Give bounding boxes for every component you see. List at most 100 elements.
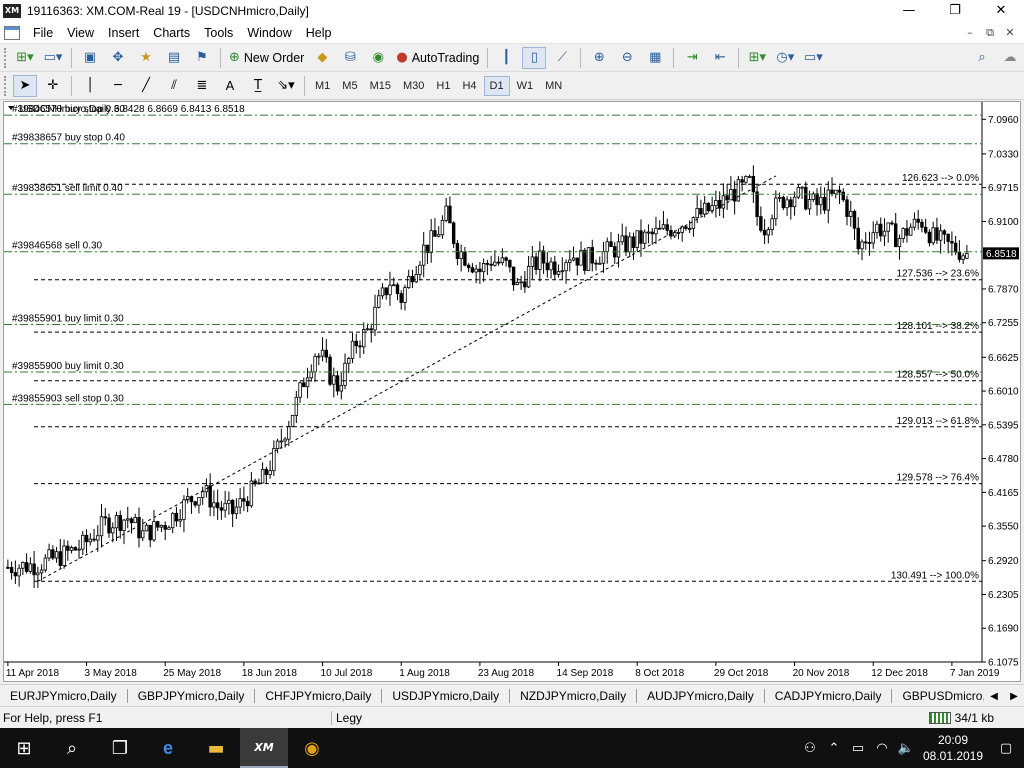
timeframe-h1[interactable]: H1 — [431, 76, 455, 96]
timeframe-d1[interactable]: D1 — [483, 75, 510, 96]
zoom-out-icon[interactable]: ⊖ — [615, 47, 639, 69]
candle-body — [534, 256, 538, 270]
tab-scroll-right-icon[interactable]: ▶ — [1010, 691, 1018, 702]
tab-eurjpy[interactable]: EURJPYmicro,Daily — [0, 688, 128, 703]
chrome-browser-icon[interactable]: ◉ — [288, 728, 336, 768]
terminal-icon[interactable]: ▤ — [162, 47, 186, 69]
menu-view[interactable]: View — [60, 22, 101, 44]
fibonacci-icon[interactable]: ≣ — [190, 75, 214, 97]
bar-chart-icon[interactable]: ┃ — [494, 47, 518, 69]
vertical-line-icon[interactable]: │ — [78, 75, 102, 97]
people-icon[interactable]: ⚇ — [798, 741, 822, 756]
chart-window-icon[interactable] — [4, 25, 20, 40]
candle-body — [628, 236, 632, 253]
chat-icon[interactable]: ☁ — [998, 47, 1022, 69]
tab-scroll[interactable]: ◀ ▶ — [984, 685, 1024, 706]
volume-icon[interactable]: 🔈 — [894, 741, 918, 756]
cursor-icon[interactable]: ➤ — [13, 74, 37, 97]
line-chart-icon[interactable]: ⟋ — [550, 47, 574, 69]
horizontal-line-icon[interactable]: ─ — [106, 75, 130, 97]
edge-browser-icon[interactable]: e — [144, 728, 192, 768]
fibonacci-level-label: 128.101 --> 38.2% — [896, 321, 979, 332]
market-watch-icon[interactable]: ▣ — [78, 47, 102, 69]
close-button[interactable]: ✕ — [978, 0, 1024, 22]
timeframe-h4[interactable]: H4 — [457, 76, 481, 96]
templates-icon[interactable]: ▭▾ — [801, 47, 825, 69]
menu-tools[interactable]: Tools — [197, 22, 240, 44]
timeframe-m1[interactable]: M1 — [310, 76, 335, 96]
tab-gbpjpy[interactable]: GBPJPYmicro,Daily — [128, 688, 256, 703]
search-icon[interactable]: ⌕ — [48, 728, 96, 768]
chart-window[interactable]: USDCNHmicro,Daily 6.8428 6.8669 6.8413 6… — [3, 101, 1021, 682]
toolbar-grip[interactable] — [4, 47, 8, 68]
data-window-icon[interactable]: ✥ — [106, 47, 130, 69]
wifi-icon[interactable]: ◠ — [870, 741, 894, 756]
mdi-close-button[interactable]: ✕ — [1000, 22, 1020, 44]
autotrading-button[interactable]: ● AutoTrading — [392, 47, 483, 69]
menu-insert[interactable]: Insert — [101, 22, 146, 44]
profiles-icon[interactable]: ▭▾ — [41, 47, 65, 69]
metaeditor-icon[interactable]: ◆ — [310, 47, 334, 69]
minimize-button[interactable]: — — [886, 0, 932, 22]
y-tick-label: 6.6625 — [988, 353, 1019, 364]
zoom-in-icon[interactable]: ⊕ — [587, 47, 611, 69]
tab-audjpy[interactable]: AUDJPYmicro,Daily — [637, 688, 765, 703]
mdi-restore-button[interactable]: ⧉ — [980, 22, 1000, 44]
candlestick-icon[interactable]: ▯ — [522, 46, 547, 69]
battery-icon[interactable]: ▭ — [846, 741, 870, 756]
auto-scroll-icon[interactable]: ⇥ — [680, 47, 704, 69]
price-chart[interactable]: USDCNHmicro,Daily 6.8428 6.8669 6.8413 6… — [4, 102, 1020, 681]
menu-help[interactable]: Help — [299, 22, 339, 44]
crosshair-icon[interactable]: ✛ — [41, 75, 65, 97]
timeframe-m5[interactable]: M5 — [337, 76, 362, 96]
search-icon[interactable]: ⌕ — [970, 47, 994, 69]
candle-body — [156, 521, 160, 528]
indicators-icon[interactable]: ⊞▾ — [745, 47, 769, 69]
equidistant-channel-icon[interactable]: ⫽ — [162, 75, 186, 97]
navigator-icon[interactable]: ★ — [134, 47, 158, 69]
tab-nzdjpy[interactable]: NZDJPYmicro,Daily — [510, 688, 638, 703]
tab-cadjpy[interactable]: CADJPYmicro,Daily — [765, 688, 893, 703]
menu-window[interactable]: Window — [240, 22, 298, 44]
tester-icon[interactable]: ⚑ — [190, 47, 214, 69]
signals-icon[interactable]: ◉ — [366, 47, 390, 69]
windows-start-icon[interactable]: ⊞ — [0, 728, 48, 768]
new-order-button[interactable]: ⊕ New Order — [225, 47, 308, 69]
candle-body — [324, 349, 329, 358]
arrows-icon[interactable]: ⇘▾ — [274, 75, 298, 97]
notifications-icon[interactable]: ▢ — [994, 741, 1018, 756]
candle-body — [586, 247, 591, 271]
mdi-minimize-button[interactable]: – — [960, 22, 980, 44]
maximize-button[interactable]: ❐ — [932, 0, 978, 22]
menu-file[interactable]: File — [26, 22, 60, 44]
timeframe-w1[interactable]: W1 — [512, 76, 539, 96]
timeframe-m30[interactable]: M30 — [398, 76, 429, 96]
candle-body — [298, 382, 302, 398]
trendline-icon[interactable]: ╱ — [134, 75, 158, 97]
candle-body — [890, 222, 894, 225]
tile-windows-icon[interactable]: ▦ — [643, 47, 667, 69]
candle-body — [590, 247, 594, 264]
candle-body — [575, 257, 579, 266]
database-icon[interactable]: ⛁ — [338, 47, 362, 69]
show-hidden-icons-icon[interactable]: ⌃ — [822, 741, 846, 756]
tab-usdjpy[interactable]: USDJPYmicro,Daily — [382, 688, 511, 703]
connection-status[interactable]: 34/1 kb — [928, 711, 994, 725]
task-view-icon[interactable]: ❐ — [96, 728, 144, 768]
timeframe-mn[interactable]: MN — [540, 76, 567, 96]
text-label-icon[interactable]: T̲ — [246, 75, 270, 97]
text-icon[interactable]: A — [218, 75, 242, 97]
xm-terminal-taskbar-icon[interactable]: XM — [240, 728, 288, 768]
taskbar-clock[interactable]: 20:09 08.01.2019 — [918, 732, 988, 764]
file-explorer-icon[interactable]: ▬ — [192, 728, 240, 768]
periods-icon[interactable]: ◷▾ — [773, 47, 797, 69]
menu-charts[interactable]: Charts — [146, 22, 197, 44]
timeframe-m15[interactable]: M15 — [365, 76, 396, 96]
y-tick-label: 6.9100 — [988, 217, 1019, 228]
new-chart-icon[interactable]: ⊞▾ — [13, 47, 37, 69]
toolbar-grip-2[interactable] — [4, 75, 8, 96]
chart-shift-icon[interactable]: ⇤ — [708, 47, 732, 69]
tab-scroll-left-icon[interactable]: ◀ — [990, 691, 998, 702]
candle-body — [272, 448, 276, 472]
tab-chfjpy[interactable]: CHFJPYmicro,Daily — [255, 688, 383, 703]
